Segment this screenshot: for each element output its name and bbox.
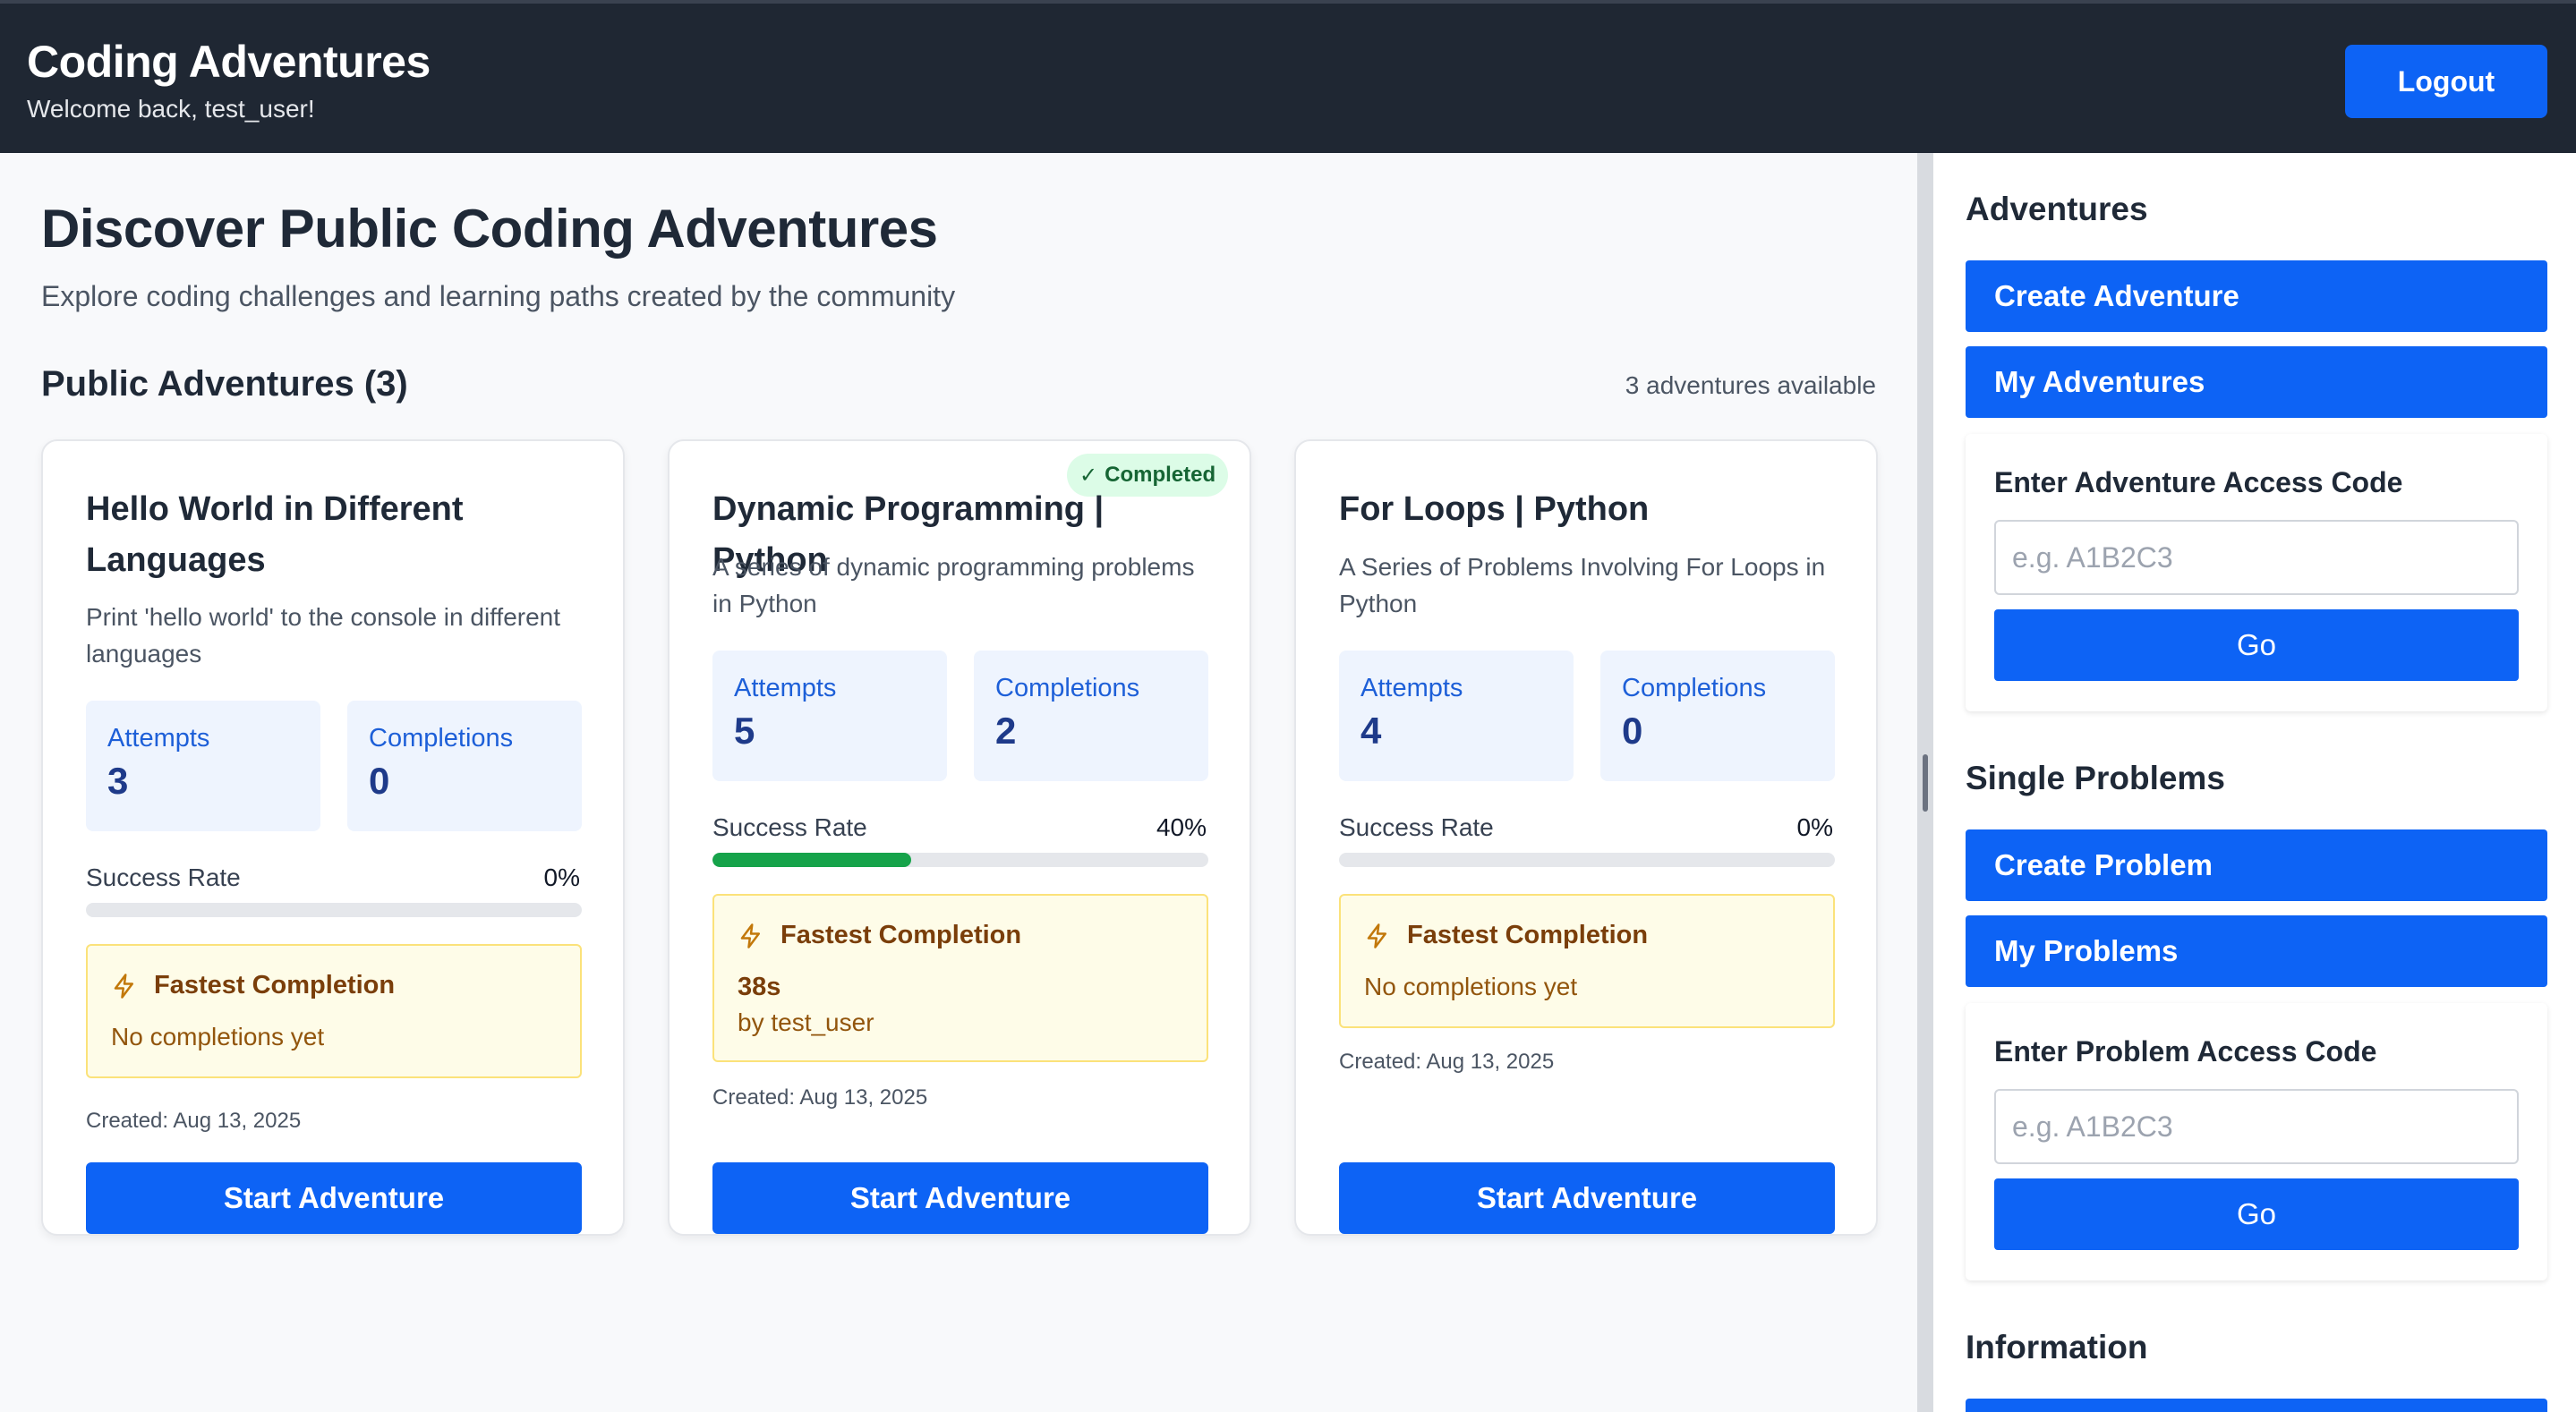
create-problem-button[interactable]: Create Problem xyxy=(1966,829,2547,901)
completions-label: Completions xyxy=(995,674,1140,702)
card-title: For Loops | Python xyxy=(1339,490,1650,528)
problem-go-button[interactable]: Go xyxy=(1994,1178,2519,1250)
app-title: Coding Adventures xyxy=(27,37,431,87)
adventures-count: 3 adventures available xyxy=(1625,371,1876,399)
fastest-completion-note: No completions yet xyxy=(1364,973,1578,1000)
fastest-completion-label: Fastest Completion xyxy=(1407,921,1649,949)
attempts-label: Attempts xyxy=(107,724,210,753)
my-problems-button[interactable]: My Problems xyxy=(1966,915,2547,987)
create-adventure-button[interactable]: Create Adventure xyxy=(1966,260,2547,332)
created-date: Created: Aug 13, 2025 xyxy=(86,1109,302,1133)
success-rate-bar xyxy=(712,853,1208,867)
attempts-stat: Attempts 3 xyxy=(86,701,320,831)
start-adventure-button[interactable]: Start Adventure xyxy=(712,1162,1208,1234)
adventure-card: For Loops | Python A Series of Problems … xyxy=(1294,439,1878,1236)
card-description: Print 'hello world' to the console in di… xyxy=(86,603,561,668)
attempts-label: Attempts xyxy=(734,674,837,702)
attempts-value: 3 xyxy=(107,760,129,802)
success-rate-label: Success Rate xyxy=(712,813,867,841)
completions-stat: Completions 2 xyxy=(974,651,1208,781)
problem-code-label: Enter Problem Access Code xyxy=(1994,1035,2377,1068)
attempts-stat: Attempts 5 xyxy=(712,651,947,781)
fastest-completion-box: Fastest Completion No completions yet xyxy=(86,944,582,1078)
completions-value: 0 xyxy=(1622,710,1643,752)
adventure-card: Hello World in Different Languages Print… xyxy=(41,439,625,1236)
adventure-code-label: Enter Adventure Access Code xyxy=(1994,466,2403,498)
fastest-completion-box: Fastest Completion 38s by test_user xyxy=(712,894,1208,1062)
card-description: A Series of Problems Involving For Loops… xyxy=(1339,553,1826,617)
fastest-completion-user: by test_user xyxy=(738,1008,874,1036)
information-heading: Information xyxy=(1966,1329,2148,1365)
problem-code-input[interactable] xyxy=(1994,1089,2519,1164)
completions-stat: Completions 0 xyxy=(347,701,582,831)
success-rate-label: Success Rate xyxy=(1339,813,1494,841)
top-header: Coding Adventures Welcome back, test_use… xyxy=(0,0,2576,153)
panel-splitter[interactable] xyxy=(1917,153,1933,1412)
attempts-value: 5 xyxy=(734,710,755,752)
my-adventures-button[interactable]: My Adventures xyxy=(1966,346,2547,418)
success-rate-value: 0% xyxy=(1796,813,1833,841)
adventure-card: ✓ Completed Dynamic Programming | Python… xyxy=(668,439,1251,1236)
created-date: Created: Aug 13, 2025 xyxy=(1339,1050,1555,1074)
success-rate-value: 40% xyxy=(1156,813,1207,841)
attempts-value: 4 xyxy=(1361,710,1382,752)
splitter-handle[interactable] xyxy=(1923,754,1928,812)
completions-stat: Completions 0 xyxy=(1600,651,1835,781)
fastest-completion-time: 38s xyxy=(738,973,781,1001)
completions-value: 0 xyxy=(369,760,390,802)
completions-value: 2 xyxy=(995,710,1017,752)
fastest-completion-box: Fastest Completion No completions yet xyxy=(1339,894,1835,1028)
adventures-heading: Adventures xyxy=(1966,191,2148,227)
logout-button[interactable]: Logout xyxy=(2345,45,2547,118)
success-rate-label: Success Rate xyxy=(86,863,241,891)
bolt-icon xyxy=(114,973,133,999)
fastest-completion-note: No completions yet xyxy=(111,1023,325,1050)
main-content: Discover Public Coding Adventures Explor… xyxy=(0,153,1917,1412)
card-title: Hello World in Different Languages xyxy=(86,490,464,579)
page-title: Discover Public Coding Adventures xyxy=(41,199,938,259)
problem-code-panel: Enter Problem Access Code Go xyxy=(1966,1003,2547,1280)
attempts-stat: Attempts 4 xyxy=(1339,651,1574,781)
single-problems-heading: Single Problems xyxy=(1966,760,2225,796)
fastest-completion-label: Fastest Completion xyxy=(154,971,396,999)
right-sidebar: Adventures Create Adventure My Adventure… xyxy=(1933,153,2576,1412)
success-rate-bar xyxy=(1339,853,1835,867)
section-title: Public Adventures (3) xyxy=(41,364,408,404)
page-subtitle: Explore coding challenges and learning p… xyxy=(41,280,956,312)
success-rate-bar xyxy=(86,903,582,917)
information-button[interactable] xyxy=(1966,1399,2547,1412)
fastest-completion-label: Fastest Completion xyxy=(780,921,1022,949)
bolt-icon xyxy=(740,923,760,948)
bolt-icon xyxy=(1367,923,1386,948)
attempts-label: Attempts xyxy=(1361,674,1463,702)
start-adventure-button[interactable]: Start Adventure xyxy=(86,1162,582,1234)
created-date: Created: Aug 13, 2025 xyxy=(712,1085,928,1110)
success-rate-bar-fill xyxy=(712,853,911,867)
start-adventure-button[interactable]: Start Adventure xyxy=(1339,1162,1835,1234)
completions-label: Completions xyxy=(1622,674,1767,702)
card-description: A series of dynamic programming problems… xyxy=(712,553,1195,617)
adventure-code-input[interactable] xyxy=(1994,520,2519,595)
adventure-go-button[interactable]: Go xyxy=(1994,609,2519,681)
completions-label: Completions xyxy=(369,724,514,753)
adventure-code-panel: Enter Adventure Access Code Go xyxy=(1966,434,2547,711)
welcome-message: Welcome back, test_user! xyxy=(27,95,315,123)
success-rate-value: 0% xyxy=(543,863,580,891)
